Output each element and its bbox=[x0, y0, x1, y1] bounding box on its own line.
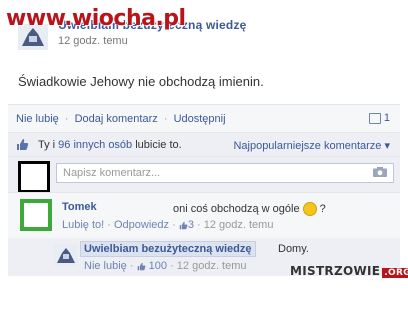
thumbs-up-icon bbox=[137, 262, 146, 271]
comment-item: Tomek oni coś obchodzą w ogóle ? Lubię t… bbox=[8, 192, 400, 239]
comment-text: oni coś obchodzą w ogóle ? bbox=[173, 202, 326, 216]
reply-link[interactable]: Odpowiedz bbox=[114, 219, 169, 231]
comment-text-suffix: ? bbox=[319, 202, 326, 215]
comment-composer: Napisz komentarz... bbox=[8, 156, 400, 193]
comment-input[interactable]: Napisz komentarz... bbox=[56, 163, 394, 183]
likes-summary: Ty i 96 innych osób lubicie to. Najpopul… bbox=[8, 132, 400, 157]
comment-author[interactable]: Tomek bbox=[62, 201, 97, 213]
unlike-link[interactable]: Nie lubię bbox=[16, 113, 59, 125]
commenter-avatar[interactable] bbox=[20, 199, 52, 231]
comment-count[interactable]: 1 bbox=[368, 112, 390, 124]
reply-avatar[interactable] bbox=[54, 244, 78, 266]
reply-unlike-link[interactable]: Nie lubię bbox=[84, 260, 127, 272]
comment-text-main: oni coś obchodzą w ogóle bbox=[173, 202, 300, 215]
post-text: Świadkowie Jehowy nie obchodzą imienin. bbox=[18, 74, 264, 89]
camera-icon[interactable] bbox=[373, 167, 387, 177]
comment-input-placeholder: Napisz komentarz... bbox=[63, 167, 161, 179]
separator: · bbox=[163, 113, 168, 125]
reply-author[interactable]: Uwielbiam bezużyteczną wiedzę bbox=[84, 243, 252, 255]
likes-prefix: Ty i bbox=[38, 139, 59, 151]
separator: · bbox=[64, 113, 69, 125]
comment-time[interactable]: 12 godz. temu bbox=[204, 219, 274, 231]
add-comment-link[interactable]: Dodaj komentarz bbox=[75, 113, 158, 125]
reply-time[interactable]: 12 godz. temu bbox=[177, 260, 247, 272]
separator: · bbox=[193, 219, 204, 231]
watermark-mistrzowie: MISTRZOWIE .ORG bbox=[290, 264, 408, 278]
likes-others-link[interactable]: 96 innych osób bbox=[58, 139, 132, 151]
thumbs-up-icon bbox=[16, 138, 29, 151]
like-comment-link[interactable]: Lubię to! bbox=[62, 219, 104, 231]
post-timestamp[interactable]: 12 godz. temu bbox=[58, 35, 128, 47]
separator: · bbox=[167, 260, 177, 272]
separator: · bbox=[169, 219, 179, 231]
reply-author-highlight: Uwielbiam bezużyteczną wiedzę bbox=[80, 241, 256, 257]
share-link[interactable]: Udostępnij bbox=[174, 113, 226, 125]
confused-emoji-icon bbox=[302, 202, 317, 216]
user-avatar bbox=[18, 161, 50, 193]
watermark-mistrzowie-name: MISTRZOWIE bbox=[290, 264, 381, 278]
post-action-bar: Nie lubię · Dodaj komentarz · Udostępnij… bbox=[8, 104, 400, 133]
comment-meta: Lubię to! · Odpowiedz · 3 · 12 godz. tem… bbox=[62, 219, 273, 231]
thumbs-up-icon bbox=[179, 221, 188, 230]
sort-comments-dropdown[interactable]: Najpopularniejsze komentarze ▾ bbox=[233, 139, 390, 152]
reply-meta: Nie lubię · 100 · 12 godz. temu bbox=[84, 260, 247, 272]
comment-bubble-icon bbox=[368, 112, 381, 124]
watermark-wiocha: www.wiocha.pl bbox=[6, 6, 186, 31]
comment-count-value: 1 bbox=[383, 112, 390, 124]
reply-like-count[interactable]: 100 bbox=[149, 260, 167, 272]
separator: · bbox=[126, 260, 137, 272]
likes-text: Ty i 96 innych osób lubicie to. bbox=[38, 139, 182, 151]
separator: · bbox=[104, 219, 114, 231]
likes-suffix: lubicie to. bbox=[132, 139, 182, 151]
reply-text: Domy. bbox=[278, 243, 309, 255]
watermark-mistrzowie-tld: .ORG bbox=[382, 268, 408, 278]
